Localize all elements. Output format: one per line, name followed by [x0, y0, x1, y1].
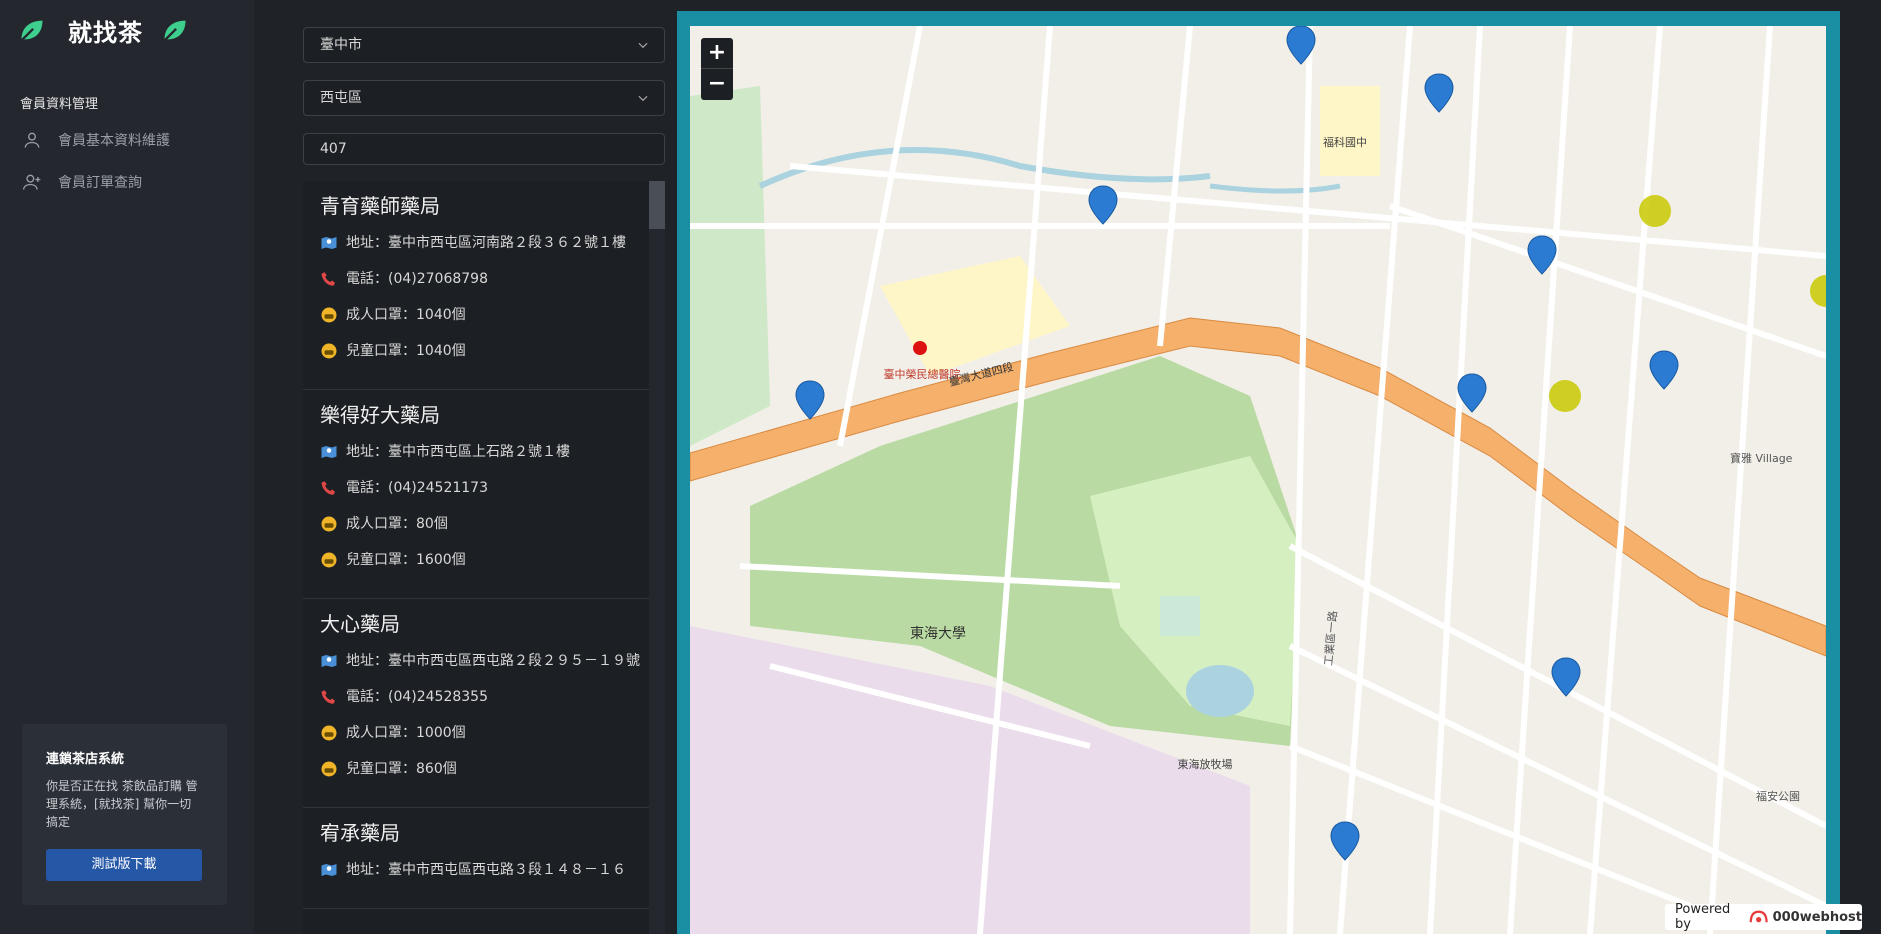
attribution[interactable]: Powered by 000webhost: [1665, 902, 1862, 932]
store-name: 樂得好大藥局: [320, 403, 440, 427]
store-child-masks: 兒童口罩：1600個: [320, 550, 649, 570]
mask-icon: [321, 516, 337, 532]
map-label-park: 福安公園: [1756, 789, 1800, 803]
store-adult-masks: 成人口罩：1040個: [320, 305, 649, 325]
download-button[interactable]: 測試版下載: [46, 849, 202, 881]
sidebar: 就找茶 會員資料管理 會員基本資料維護 會員訂單查詢 連鎖茶店系統 你是否正在找…: [0, 0, 254, 934]
district-select[interactable]: 西屯區: [303, 80, 665, 116]
store-list[interactable]: 青育藥師藥局 地址：臺中市西屯區河南路２段３６２號１樓 電話：(04)27068…: [303, 181, 649, 934]
chevron-down-icon: [638, 42, 648, 49]
mask-icon: [321, 307, 337, 323]
phone-icon: [321, 690, 335, 704]
zoom-out-button[interactable]: −: [701, 69, 733, 100]
store-name: 大心藥局: [320, 612, 400, 636]
sidebar-item-member-orders[interactable]: 會員訂單查詢: [22, 170, 142, 194]
store-address: 地址：臺中市西屯區西屯路３段１４８－１６: [320, 860, 649, 880]
app-title: 就找茶: [68, 18, 143, 47]
map-label-ranch: 東海放牧場: [1178, 757, 1233, 771]
leaf-icon: [163, 20, 186, 42]
sidebar-item-label: 會員訂單查詢: [58, 175, 142, 191]
user-icon: [24, 132, 40, 148]
store-adult-masks: 成人口罩：80個: [320, 514, 649, 534]
webhost-logo-icon: [1749, 910, 1768, 923]
store-phone: 電話：(04)27068798: [320, 269, 649, 289]
store-child-masks: 兒童口罩：1040個: [320, 341, 649, 361]
store-adult-masks: 成人口罩：1000個: [320, 723, 649, 743]
promo-text: 你是否正在找 茶飲品訂購 管理系統，[就找茶] 幫你一切搞定: [46, 779, 198, 829]
phone-icon: [321, 272, 335, 286]
sidebar-item-member-profile[interactable]: 會員基本資料維護: [22, 128, 170, 152]
phone-icon: [321, 481, 335, 495]
chevron-down-icon: [638, 95, 648, 102]
map-label-mall: 寶雅 Village: [1730, 451, 1793, 465]
city-select-value: 臺中市: [320, 37, 362, 53]
promo-title: 連鎖茶店系統: [46, 752, 125, 767]
section-label: 會員資料管理: [20, 97, 99, 112]
store-address: 地址：臺中市西屯區西屯路２段２９５－１９號: [320, 651, 649, 671]
store-address: 地址：臺中市西屯區上石路２號１樓: [320, 442, 649, 462]
map-icon: [321, 864, 337, 876]
attribution-label: Powered by: [1675, 902, 1731, 932]
search-input-value: 407: [320, 141, 347, 157]
map-icon: [321, 446, 337, 458]
store-child-masks: 兒童口罩：860個: [320, 759, 649, 779]
district-select-value: 西屯區: [320, 90, 362, 106]
mask-icon: [321, 552, 337, 568]
sidebar-item-label: 會員基本資料維護: [58, 133, 170, 149]
map-label-university: 東海大學: [910, 626, 966, 642]
store-list-scrollbar[interactable]: [649, 181, 665, 934]
city-select[interactable]: 臺中市: [303, 27, 665, 63]
store-card[interactable]: 宥承藥局 地址：臺中市西屯區西屯路３段１４８－１６: [303, 808, 649, 909]
map-label-school: 福科國中: [1323, 135, 1367, 149]
map-icon: [321, 655, 337, 667]
zoom-control: + −: [701, 38, 733, 100]
mask-icon: [321, 761, 337, 777]
promo-card: 連鎖茶店系統 你是否正在找 茶飲品訂購 管理系統，[就找茶] 幫你一切搞定 測試…: [22, 724, 227, 905]
store-phone: 電話：(04)24521173: [320, 478, 649, 498]
store-name: 青育藥師藥局: [320, 194, 440, 218]
scrollbar-thumb[interactable]: [649, 181, 665, 229]
store-name: 宥承藥局: [320, 821, 400, 845]
map[interactable]: 臺中榮民總醫院 臺灣大道四段 東海大學 東海放牧場 福科國中 寶雅 Villag…: [690, 26, 1826, 934]
store-card[interactable]: 大心藥局 地址：臺中市西屯區西屯路２段２９５－１９號 電話：(04)245283…: [303, 599, 649, 808]
user-plus-icon: [23, 174, 41, 190]
store-address: 地址：臺中市西屯區河南路２段３６２號１樓: [320, 233, 649, 253]
store-card[interactable]: 青育藥師藥局 地址：臺中市西屯區河南路２段３６２號１樓 電話：(04)27068…: [303, 181, 649, 390]
leaf-icon: [20, 20, 43, 42]
brand[interactable]: 就找茶: [18, 14, 189, 47]
zoom-in-button[interactable]: +: [701, 38, 733, 69]
attribution-brand: 000webhost: [1772, 909, 1862, 925]
store-card[interactable]: 樂得好大藥局 地址：臺中市西屯區上石路２號１樓 電話：(04)24521173 …: [303, 390, 649, 599]
map-icon: [321, 237, 337, 249]
map-canvas: 臺中榮民總醫院 臺灣大道四段 東海大學 東海放牧場 福科國中 寶雅 Villag…: [690, 26, 1826, 934]
store-phone: 電話：(04)24528355: [320, 687, 649, 707]
mask-icon: [321, 343, 337, 359]
search-input[interactable]: 407: [303, 133, 665, 165]
mask-icon: [321, 725, 337, 741]
